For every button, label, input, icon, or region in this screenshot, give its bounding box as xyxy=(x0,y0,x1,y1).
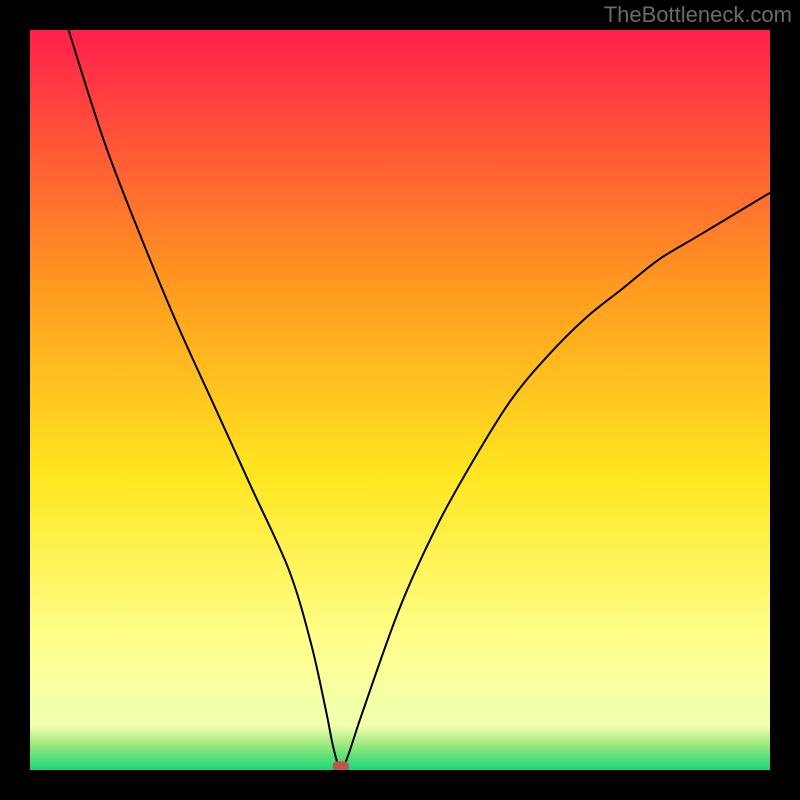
chart-svg xyxy=(30,30,770,770)
chart-frame: TheBottleneck.com xyxy=(0,0,800,800)
minimum-marker xyxy=(333,761,349,770)
watermark-text: TheBottleneck.com xyxy=(604,2,792,28)
chart-background xyxy=(30,30,770,770)
chart-plot-area xyxy=(30,30,770,770)
